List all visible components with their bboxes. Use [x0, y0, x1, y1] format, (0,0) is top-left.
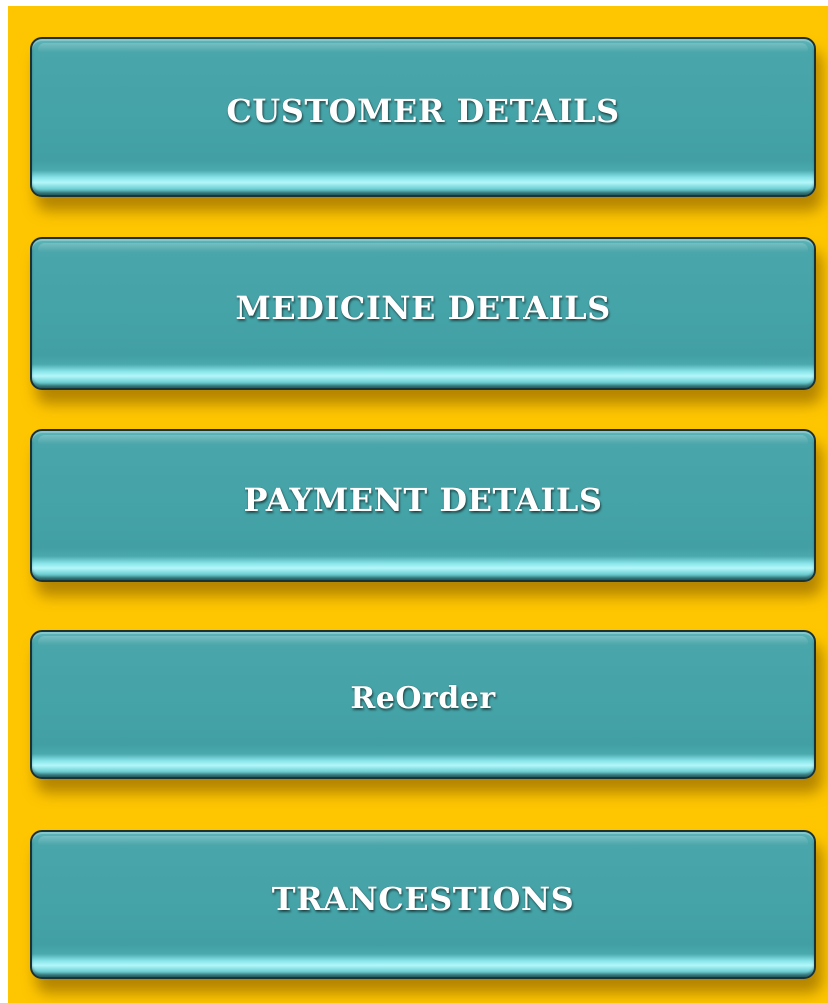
medicine-details-label: MEDICINE DETAILS — [235, 288, 611, 327]
transactions-label: TRANCESTIONS — [271, 879, 575, 918]
medicine-details-button[interactable]: MEDICINE DETAILS — [30, 237, 816, 390]
customer-details-button[interactable]: CUSTOMER DETAILS — [30, 37, 816, 197]
reorder-label: ReOrder — [350, 681, 496, 716]
customer-details-label: CUSTOMER DETAILS — [226, 92, 620, 130]
payment-details-button[interactable]: PAYMENT DETAILS — [30, 429, 816, 582]
transactions-button[interactable]: TRANCESTIONS — [30, 830, 816, 979]
reorder-button[interactable]: ReOrder — [30, 630, 816, 779]
payment-details-label: PAYMENT DETAILS — [243, 480, 603, 519]
